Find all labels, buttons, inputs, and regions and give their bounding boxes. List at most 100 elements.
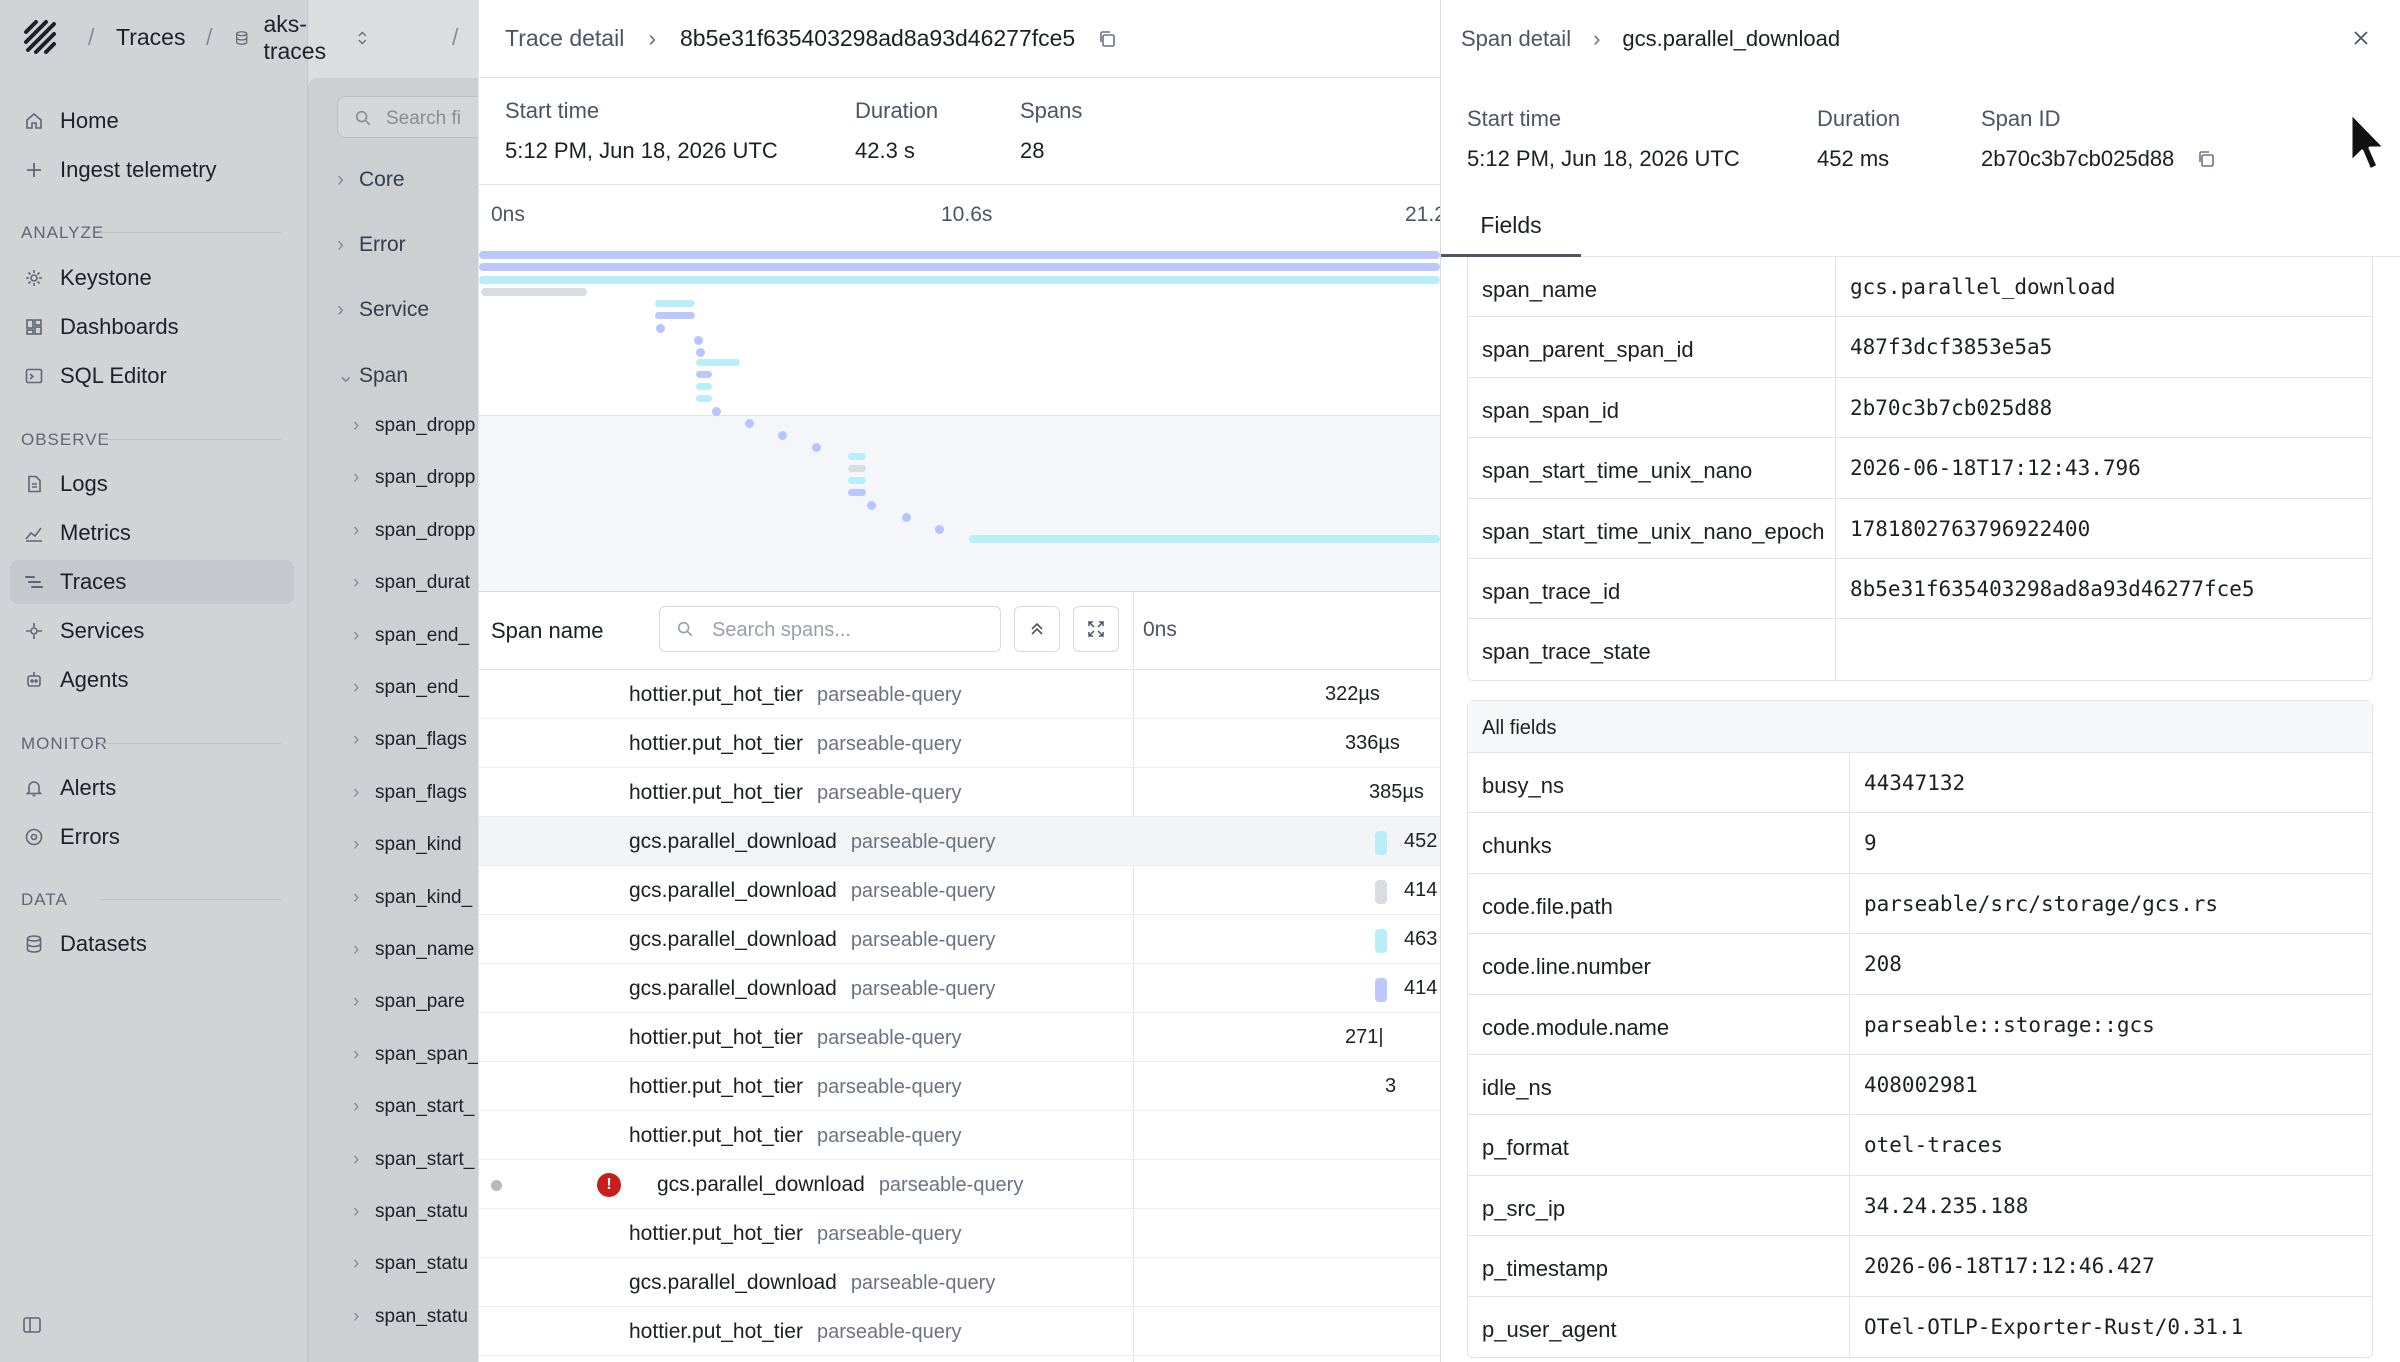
span-detail-crumb[interactable]: Span detail — [1461, 26, 1571, 52]
all-fields-header[interactable]: All fields — [1468, 701, 2372, 753]
span-row[interactable]: gcs.parallel_download parseable-query 414 — [479, 964, 1440, 1013]
field-value[interactable]: 8b5e31f635403298ad8a93d46277fce5 — [1836, 559, 2255, 618]
field-value[interactable]: 2026-06-18T17:12:46.427 — [1850, 1236, 2155, 1295]
expand-view-button[interactable] — [1073, 606, 1119, 652]
span-row[interactable]: gcs.parallel_download parseable-query — [479, 1258, 1440, 1307]
chevron-right-icon: › — [1593, 26, 1601, 51]
copy-icon[interactable] — [1097, 29, 1117, 49]
field-value[interactable]: 208 — [1850, 934, 1902, 993]
span-row[interactable]: hottier.put_hot_tier parseable-query — [479, 1111, 1440, 1160]
field-row[interactable]: span_name gcs.parallel_download — [1468, 257, 2372, 318]
span-name-column-header: Span name — [491, 618, 604, 643]
modal-backdrop[interactable] — [0, 0, 478, 1362]
field-value[interactable]: gcs.parallel_download — [1836, 257, 2116, 316]
span-service: parseable-query — [816, 782, 962, 804]
span-name: hottier.put_hot_tier — [629, 683, 803, 706]
span-name: gcs.parallel_download — [629, 879, 837, 902]
span-offset-header: 0ns — [1143, 618, 1177, 641]
field-value[interactable]: otel-traces — [1850, 1115, 2003, 1174]
span-row[interactable]: hottier.put_hot_tier parseable-query — [479, 1209, 1440, 1258]
span-search-input[interactable]: Search spans... — [659, 606, 1001, 652]
field-row[interactable]: span_trace_id 8b5e31f635403298ad8a93d4627… — [1468, 558, 2372, 620]
field-row[interactable]: p_format otel-traces — [1468, 1115, 2372, 1176]
span-row[interactable]: gcs.parallel_download parseable-query 452 — [479, 817, 1440, 866]
field-row[interactable]: span_start_time_unix_nano_epoch 178180276… — [1468, 498, 2372, 559]
field-row[interactable]: span_parent_span_id 487f3dcf3853e5a5 — [1468, 317, 2372, 378]
trace-timeline-minimap[interactable]: 0ns 10.6s 21.2 — [479, 184, 1440, 592]
field-row[interactable]: code.module.name parseable::storage::gcs — [1468, 994, 2372, 1055]
mouse-cursor-icon — [2349, 111, 2387, 172]
span-row[interactable]: hottier.put_hot_tier parseable-query — [479, 1307, 1440, 1356]
field-row[interactable]: idle_ns 408002981 — [1468, 1054, 2372, 1116]
field-row[interactable]: chunks 9 — [1468, 813, 2372, 874]
span-search-placeholder: Search spans... — [712, 619, 851, 641]
trace-duration-value: 42.3 s — [855, 138, 915, 163]
field-row[interactable]: p_timestamp 2026-06-18T17:12:46.427 — [1468, 1236, 2372, 1297]
field-value[interactable]: parseable/src/storage/gcs.rs — [1850, 874, 2218, 933]
field-value[interactable]: 487f3dcf3853e5a5 — [1836, 317, 2052, 376]
tab-fields[interactable]: Fields — [1441, 200, 1581, 257]
field-row[interactable]: code.file.path parseable/src/storage/gcs.… — [1468, 873, 2372, 935]
timeline-dot — [694, 336, 703, 345]
span-row[interactable]: gcs.parallel_download parseable-query 414 — [479, 866, 1440, 915]
timeline-dot — [902, 513, 911, 522]
copy-icon[interactable] — [2196, 149, 2216, 169]
span-start-block: Start time 5:12 PM, Jun 18, 2026 UTC — [1467, 106, 1740, 172]
timeline-selection-window[interactable] — [479, 415, 1440, 591]
span-row[interactable]: hottier.put_hot_tier parseable-query 385µs — [479, 768, 1440, 817]
field-value[interactable]: 9 — [1850, 813, 1877, 872]
field-key: span_parent_span_id — [1468, 317, 1836, 377]
span-name: hottier.put_hot_tier — [629, 732, 803, 755]
search-icon — [677, 621, 693, 637]
span-duration: 463 — [1404, 928, 1438, 950]
field-value[interactable]: 2b70c3b7cb025d88 — [1836, 378, 2052, 437]
field-value[interactable]: 44347132 — [1850, 753, 1965, 812]
collapse-all-button[interactable] — [1014, 606, 1060, 652]
span-service: parseable-query — [816, 1125, 962, 1147]
field-row[interactable]: span_span_id 2b70c3b7cb025d88 — [1468, 377, 2372, 439]
field-row[interactable]: code.line.number 208 — [1468, 934, 2372, 995]
field-value[interactable] — [1836, 619, 1850, 679]
timeline-bar — [696, 395, 712, 402]
span-row[interactable]: hottier.put_hot_tier parseable-query 336µs — [479, 719, 1440, 768]
span-id-value: 2b70c3b7cb025d88 — [1981, 146, 2175, 171]
trace-detail-crumb[interactable]: Trace detail — [505, 25, 624, 52]
span-row[interactable]: hottier.put_hot_tier parseable-query 271| — [479, 1013, 1440, 1062]
span-name: gcs.parallel_download — [629, 1271, 837, 1294]
trace-spans-label: Spans — [1020, 98, 1083, 123]
field-key: span_trace_id — [1468, 558, 1836, 619]
timeline-bar — [479, 251, 1440, 259]
field-value[interactable]: 1781802763796922400 — [1836, 499, 2090, 558]
field-row[interactable]: span_trace_state — [1468, 619, 2372, 680]
field-value[interactable]: 34.24.235.188 — [1850, 1176, 2028, 1235]
span-row[interactable]: hottier.put_hot_tier parseable-query 322µs — [479, 670, 1440, 719]
field-key: busy_ns — [1468, 753, 1850, 813]
timeline-dot — [712, 407, 721, 416]
span-service: parseable-query — [816, 1223, 962, 1245]
field-row[interactable]: p_user_agent OTel-OTLP-Exporter-Rust/0.31… — [1468, 1296, 2372, 1357]
span-fields-table: span_name gcs.parallel_download span_paren… — [1467, 257, 2373, 681]
field-key: p_src_ip — [1468, 1175, 1850, 1236]
field-value[interactable]: 408002981 — [1850, 1055, 1978, 1114]
field-row[interactable]: span_start_time_unix_nano 2026-06-18T17:1… — [1468, 438, 2372, 499]
span-name: hottier.put_hot_tier — [629, 1075, 803, 1098]
trace-start-block: Start time 5:12 PM, Jun 18, 2026 UTC — [505, 98, 778, 164]
span-row-label: hottier.put_hot_tier parseable-query — [629, 781, 962, 805]
field-row[interactable]: p_src_ip 34.24.235.188 — [1468, 1175, 2372, 1237]
span-duration-value: 452 ms — [1817, 146, 1890, 171]
span-duration-block: Duration 452 ms — [1817, 106, 1900, 172]
span-id-label: Span ID — [1981, 106, 2061, 131]
close-icon[interactable] — [2351, 28, 2371, 48]
span-row[interactable]: gcs.parallel_download parseable-query 463 — [479, 915, 1440, 964]
timeline-tick: 10.6s — [941, 203, 993, 226]
field-value[interactable]: parseable::storage::gcs — [1850, 995, 2155, 1054]
field-value[interactable]: OTel-OTLP-Exporter-Rust/0.31.1 — [1850, 1297, 2243, 1357]
field-value[interactable]: 2026-06-18T17:12:43.796 — [1836, 438, 2141, 497]
span-row[interactable]: hottier.put_hot_tier parseable-query 3 — [479, 1062, 1440, 1111]
field-row[interactable]: busy_ns 44347132 — [1468, 753, 2372, 814]
field-key: p_format — [1468, 1115, 1850, 1175]
span-row[interactable]: ! gcs.parallel_download parseable-query — [479, 1160, 1440, 1209]
span-duration: 3 — [1385, 1075, 1397, 1097]
span-name-title: gcs.parallel_download — [1622, 26, 1841, 51]
timeline-bar — [848, 453, 866, 460]
